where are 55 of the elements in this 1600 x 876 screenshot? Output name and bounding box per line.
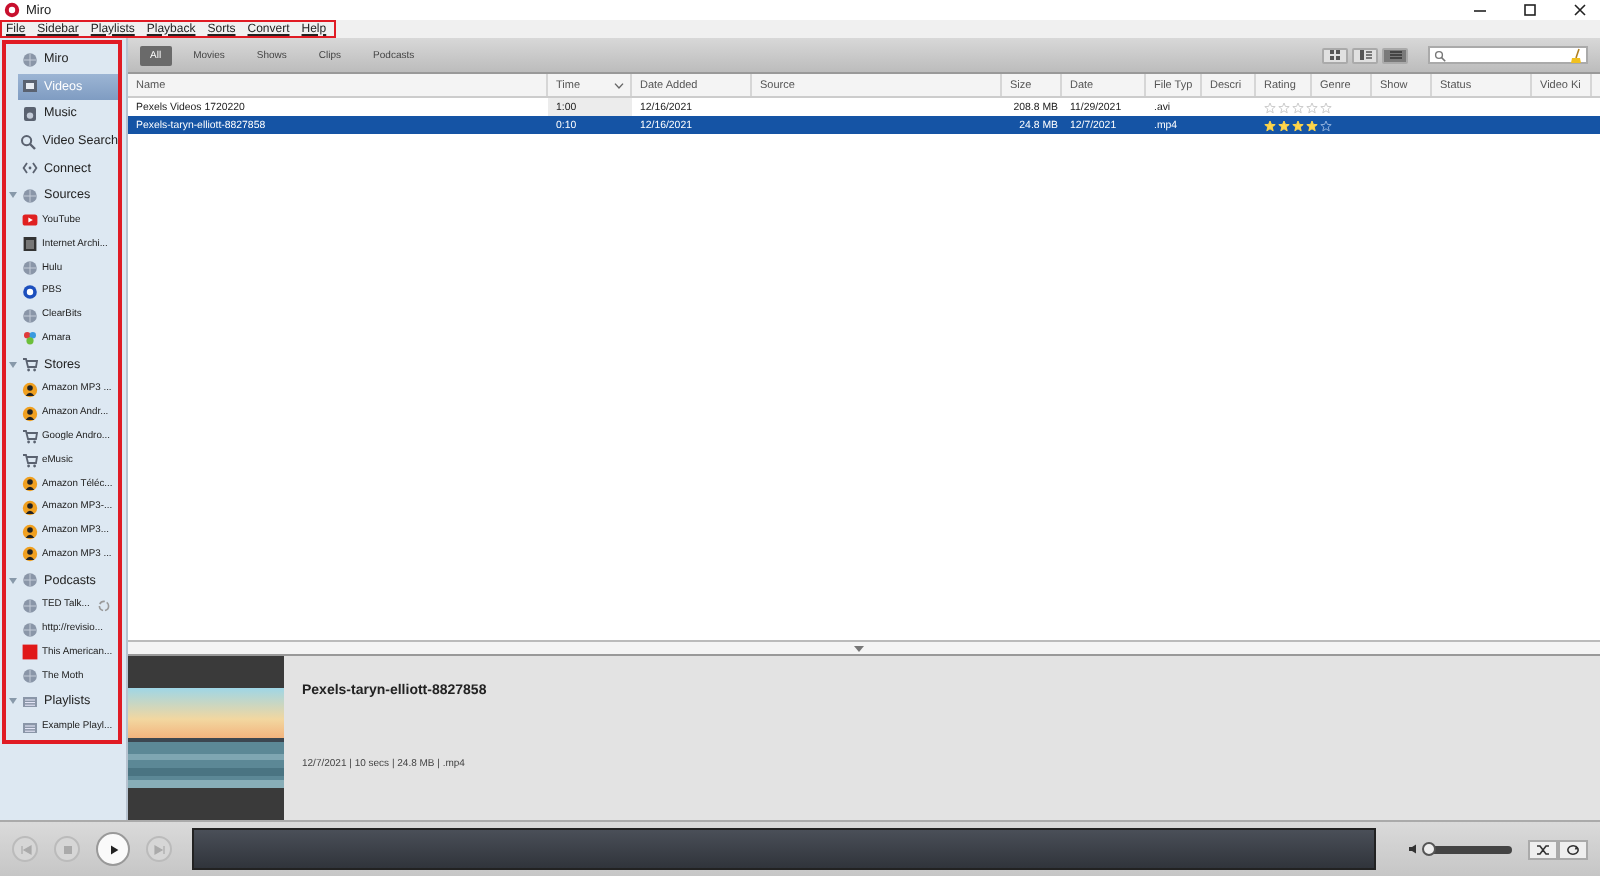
volume-icon[interactable] bbox=[1408, 844, 1420, 854]
person-icon bbox=[22, 546, 38, 563]
shuffle-button[interactable] bbox=[1528, 839, 1558, 859]
skip-back-icon bbox=[19, 843, 31, 855]
broom-icon[interactable] bbox=[1570, 47, 1582, 63]
globe-icon bbox=[22, 597, 38, 614]
search-icon bbox=[20, 133, 37, 150]
volume-slider[interactable] bbox=[1424, 845, 1512, 853]
list-icon bbox=[22, 693, 38, 710]
box-icon bbox=[22, 236, 38, 253]
person-icon bbox=[22, 499, 38, 516]
skip-forward-icon bbox=[153, 843, 165, 855]
person-icon bbox=[22, 476, 38, 493]
globe-icon bbox=[22, 51, 38, 68]
sort-caret-icon[interactable] bbox=[614, 81, 624, 89]
view-toggle-button[interactable] bbox=[1352, 47, 1378, 63]
ring-icon bbox=[22, 283, 38, 300]
repeat-button[interactable] bbox=[1558, 839, 1588, 859]
square-icon bbox=[22, 644, 38, 661]
maximize-icon[interactable] bbox=[1520, 2, 1540, 18]
close-icon[interactable] bbox=[1570, 2, 1590, 18]
stop-icon bbox=[61, 843, 73, 855]
list-view-icon bbox=[1387, 48, 1403, 62]
repeat-icon bbox=[1566, 843, 1580, 855]
connect-icon bbox=[22, 160, 38, 177]
person-icon bbox=[22, 405, 38, 422]
list-icon bbox=[22, 719, 38, 736]
play-icon bbox=[107, 843, 119, 855]
search-field[interactable] bbox=[1428, 46, 1588, 64]
search-icon bbox=[1434, 49, 1446, 61]
cart-icon bbox=[22, 452, 38, 469]
split-view-icon bbox=[1357, 48, 1373, 62]
view-toggle-button[interactable] bbox=[1382, 47, 1408, 63]
splitter-handle[interactable] bbox=[128, 640, 1600, 656]
globe-icon bbox=[22, 187, 38, 204]
film-icon bbox=[22, 78, 38, 95]
person-icon bbox=[22, 523, 38, 540]
globe-icon bbox=[22, 621, 38, 638]
star-rating[interactable] bbox=[1264, 101, 1332, 113]
flower-icon bbox=[22, 330, 38, 347]
cart-icon bbox=[22, 428, 38, 445]
view-toggle-button[interactable] bbox=[1322, 47, 1348, 63]
globe-icon bbox=[22, 668, 38, 685]
grid-view-icon bbox=[1327, 48, 1343, 62]
caret-icon bbox=[854, 645, 864, 651]
globe-icon bbox=[22, 572, 38, 589]
globe-icon bbox=[22, 307, 38, 324]
person-icon bbox=[22, 381, 38, 398]
shuffle-icon bbox=[1536, 843, 1550, 855]
play-button[interactable] bbox=[96, 832, 130, 866]
cart-icon bbox=[22, 356, 38, 373]
globe-icon bbox=[22, 260, 38, 277]
star-rating[interactable] bbox=[1264, 119, 1332, 131]
speaker-icon bbox=[22, 105, 38, 122]
play-icon bbox=[22, 212, 38, 229]
